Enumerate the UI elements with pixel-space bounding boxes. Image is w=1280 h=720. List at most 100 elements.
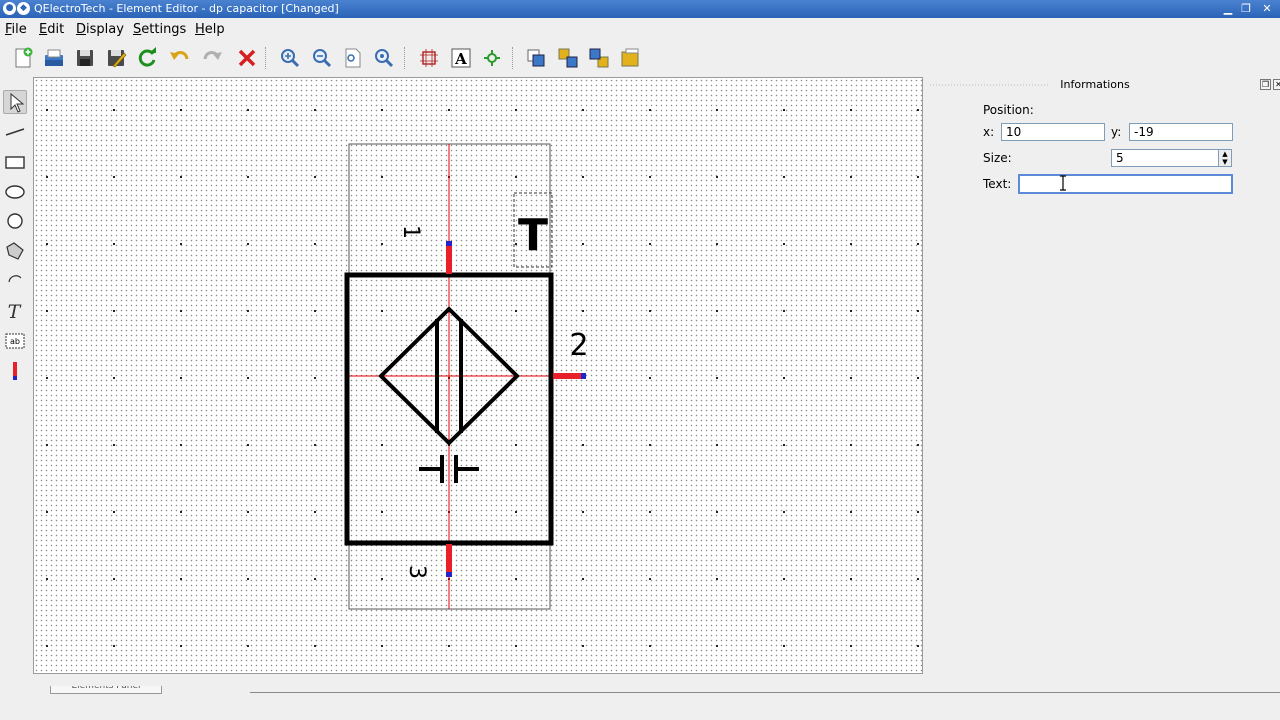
size-label: Size: bbox=[983, 151, 1012, 165]
grid-marker bbox=[716, 310, 718, 312]
x-input[interactable] bbox=[1001, 123, 1105, 141]
grid-marker bbox=[448, 109, 450, 111]
svg-text:A: A bbox=[454, 50, 467, 68]
ellipse-icon[interactable] bbox=[3, 180, 27, 204]
text-label: Text: bbox=[983, 177, 1012, 191]
terminal-3[interactable] bbox=[446, 544, 452, 577]
minimize-icon[interactable]: ▁ bbox=[1220, 1, 1236, 17]
grid-marker bbox=[314, 109, 316, 111]
terminal-2[interactable] bbox=[553, 373, 586, 379]
lower-icon[interactable] bbox=[587, 46, 611, 70]
grid-marker bbox=[649, 310, 651, 312]
grid-marker bbox=[247, 243, 249, 245]
bottom-bar: Elements Panel bbox=[0, 686, 1280, 720]
edit-author-icon[interactable] bbox=[480, 46, 504, 70]
edit-size-icon[interactable] bbox=[417, 46, 441, 70]
reload-icon[interactable] bbox=[135, 46, 159, 70]
grid-marker bbox=[46, 176, 48, 178]
grid-marker bbox=[247, 511, 249, 513]
menu-edit[interactable]: Edit bbox=[39, 22, 64, 37]
grid-marker bbox=[850, 176, 852, 178]
grid-marker bbox=[850, 645, 852, 647]
save-as-icon[interactable] bbox=[104, 46, 128, 70]
raise-icon[interactable] bbox=[556, 46, 580, 70]
grid-marker bbox=[180, 444, 182, 446]
grid-marker bbox=[180, 243, 182, 245]
new-icon[interactable] bbox=[11, 46, 35, 70]
elements-panel-tab[interactable]: Elements Panel bbox=[50, 686, 162, 694]
grid-marker bbox=[649, 444, 651, 446]
redo-icon[interactable] bbox=[200, 46, 224, 70]
text-item[interactable]: T bbox=[518, 210, 548, 261]
line-icon[interactable] bbox=[3, 120, 27, 144]
informations-panel: Informations ❐ ✕ Position: x: y: Size: ▲… bbox=[930, 77, 1280, 677]
menu-display[interactable]: Display bbox=[76, 22, 124, 37]
send-backward-icon[interactable] bbox=[618, 46, 642, 70]
grid-marker bbox=[515, 444, 517, 446]
stepper-down-icon[interactable]: ▼ bbox=[1219, 158, 1231, 166]
bring-forward-icon[interactable] bbox=[524, 46, 548, 70]
grid-marker bbox=[314, 310, 316, 312]
panel-title: Informations bbox=[1060, 78, 1130, 91]
y-input[interactable] bbox=[1129, 123, 1233, 141]
terminal-icon[interactable] bbox=[3, 359, 27, 383]
zoom-fit-icon[interactable] bbox=[341, 46, 365, 70]
zoom-out-icon[interactable] bbox=[310, 46, 334, 70]
select-icon[interactable] bbox=[3, 90, 27, 114]
menu-file[interactable]: File bbox=[5, 22, 27, 37]
close-icon[interactable]: ✕ bbox=[1259, 1, 1275, 17]
grid-marker bbox=[783, 645, 785, 647]
edit-names-icon[interactable]: A bbox=[449, 46, 473, 70]
stepper-up-icon[interactable]: ▲ bbox=[1219, 150, 1231, 158]
window-menu-icon[interactable]: ● bbox=[3, 2, 16, 15]
save-icon[interactable] bbox=[73, 46, 97, 70]
grid-marker bbox=[582, 578, 584, 580]
grid-marker bbox=[314, 243, 316, 245]
menu-bar: File Edit Display Settings Help bbox=[0, 18, 1280, 41]
terminal-label-1: 1 bbox=[398, 225, 423, 239]
grid-marker bbox=[113, 109, 115, 111]
undo-icon[interactable] bbox=[168, 46, 192, 70]
zoom-reset-icon[interactable] bbox=[372, 46, 396, 70]
close-panel-icon[interactable]: ✕ bbox=[1273, 79, 1280, 90]
open-icon[interactable] bbox=[42, 46, 66, 70]
grid-marker bbox=[582, 444, 584, 446]
grid-marker bbox=[314, 578, 316, 580]
grid-marker bbox=[381, 645, 383, 647]
grid-marker bbox=[247, 109, 249, 111]
grid-marker bbox=[850, 243, 852, 245]
arc-icon[interactable] bbox=[3, 269, 27, 293]
menu-settings[interactable]: Settings bbox=[133, 22, 186, 37]
grid-marker bbox=[783, 109, 785, 111]
size-stepper[interactable]: ▲ ▼ bbox=[1218, 149, 1232, 167]
toolbar-separator bbox=[265, 47, 266, 69]
grid-marker bbox=[582, 176, 584, 178]
grid-marker bbox=[515, 109, 517, 111]
text-input[interactable] bbox=[1018, 174, 1233, 194]
menu-help[interactable]: Help bbox=[195, 22, 225, 37]
rectangle-icon[interactable] bbox=[3, 150, 27, 174]
terminal-1[interactable] bbox=[446, 241, 452, 274]
horizontal-scrollbar[interactable] bbox=[250, 692, 1280, 695]
grid-marker bbox=[247, 578, 249, 580]
drawing-canvas[interactable]: 1 2 3 T bbox=[33, 77, 923, 674]
grid-marker bbox=[180, 176, 182, 178]
grid-marker bbox=[515, 645, 517, 647]
circle-icon[interactable] bbox=[3, 209, 27, 233]
grid-marker bbox=[649, 109, 651, 111]
grid-marker bbox=[783, 176, 785, 178]
size-input[interactable] bbox=[1111, 149, 1219, 167]
grid-marker bbox=[917, 377, 919, 379]
grid-marker bbox=[850, 444, 852, 446]
grid-marker bbox=[716, 243, 718, 245]
grid-marker bbox=[314, 645, 316, 647]
textfield-icon[interactable]: ab bbox=[3, 329, 27, 353]
delete-icon[interactable] bbox=[235, 46, 259, 70]
float-panel-icon[interactable]: ❐ bbox=[1260, 79, 1271, 90]
zoom-in-icon[interactable] bbox=[278, 46, 302, 70]
title-bar: ● ◆ QElectroTech - Element Editor - dp c… bbox=[0, 0, 1280, 18]
maximize-icon[interactable]: ❐ bbox=[1238, 1, 1254, 17]
grid-marker bbox=[180, 109, 182, 111]
text-icon[interactable]: T bbox=[3, 299, 27, 323]
polygon-icon[interactable] bbox=[3, 239, 27, 263]
